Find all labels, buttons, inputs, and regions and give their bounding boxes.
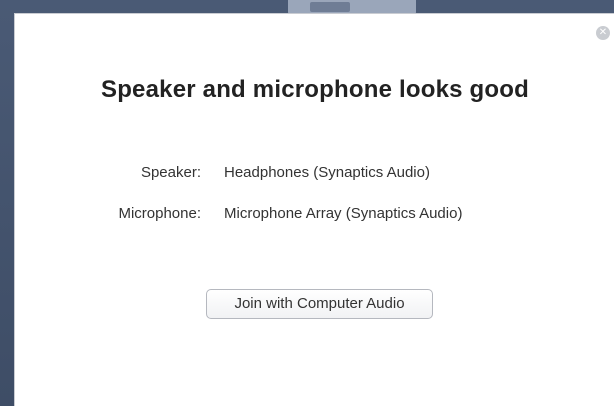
close-icon[interactable]: ✕ — [596, 26, 610, 40]
speaker-value: Headphones (Synaptics Audio) — [224, 164, 430, 181]
microphone-label: Microphone: — [118, 205, 201, 222]
background-window-tab-inner — [310, 2, 350, 12]
microphone-value: Microphone Array (Synaptics Audio) — [224, 205, 463, 222]
dialog-title: Speaker and microphone looks good — [100, 76, 529, 103]
speaker-label: Speaker: — [140, 164, 201, 181]
background-window-tab — [288, 0, 416, 14]
audio-test-dialog: ✕ Speaker and microphone looks good Spea… — [14, 13, 614, 406]
join-with-computer-audio-button[interactable]: Join with Computer Audio — [206, 289, 433, 319]
